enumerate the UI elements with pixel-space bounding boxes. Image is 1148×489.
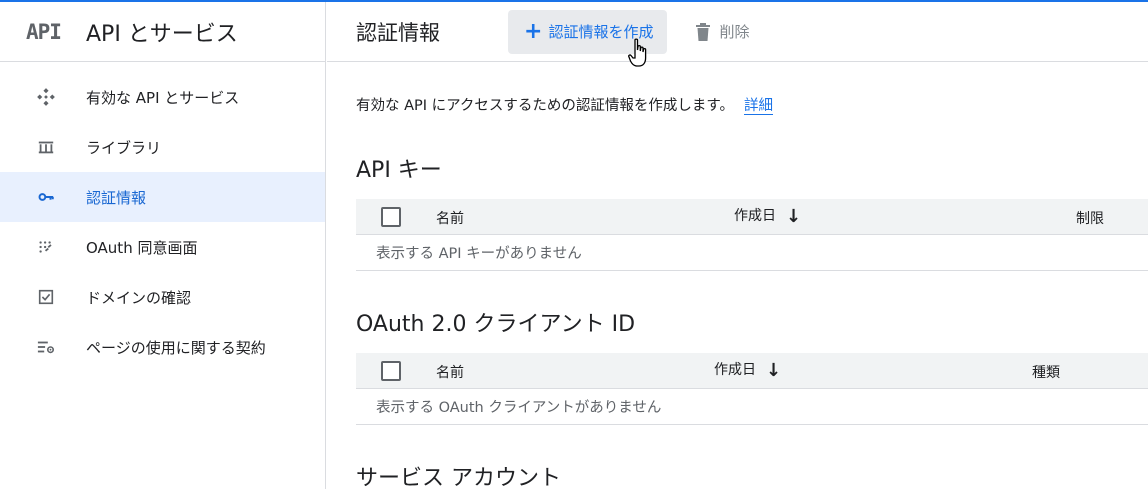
sidebar-item-library[interactable]: ライブラリ [0,122,325,172]
select-all-checkbox[interactable] [381,361,401,381]
api-logo-icon: API [26,19,62,44]
create-credentials-button[interactable]: + 認証情報を作成 [508,9,668,67]
library-icon [36,137,56,157]
sidebar-item-label: ライブラリ [86,138,162,157]
sort-down-arrow-icon[interactable]: ↓ [786,206,801,227]
select-all-checkbox[interactable] [381,207,401,227]
sort-down-arrow-icon[interactable]: ↓ [766,360,781,381]
api-keys-title: API キー [356,158,442,183]
sidebar-item-label: 認証情報 [86,188,147,207]
api-keys-table: 名前 作成日 ↓ 制限 表示する API キーがありません [356,199,1148,271]
table-header: 名前 作成日 ↓ 制限 [356,199,1148,235]
empty-state-row: 表示する OAuth クライアントがありません [356,389,1148,425]
column-name: 名前 [436,211,464,227]
column-created[interactable]: 作成日 ↓ [714,359,781,381]
checkbox-verify-icon [36,287,56,307]
empty-state-row: 表示する API キーがありません [356,235,1148,271]
sidebar-item-domain-verification[interactable]: ドメインの確認 [0,272,325,322]
sidebar-item-oauth-consent[interactable]: OAuth 同意画面 [0,222,325,272]
consent-dots-icon [36,237,56,257]
sidebar-nav: 有効な API とサービス ライブラリ 認証情報 OAuth 同意画面 ドメイン… [0,62,325,372]
sidebar-item-page-usage-agreements[interactable]: ページの使用に関する契約 [0,322,325,372]
settings-list-icon [36,337,56,357]
table-header: 名前 作成日 ↓ 種類 [356,353,1148,389]
key-icon [36,187,56,207]
column-created-label: 作成日 [714,362,756,378]
oauth-clients-table: 名前 作成日 ↓ 種類 表示する OAuth クライアントがありません [356,353,1148,425]
service-accounts-title: サービス アカウント [356,466,561,489]
sidebar-item-credentials[interactable]: 認証情報 [0,172,325,222]
sidebar-item-label: OAuth 同意画面 [86,238,198,257]
toolbar: 認証情報 + 認証情報を作成 削除 [327,2,1148,67]
intro-text: 有効な API にアクセスするための認証情報を作成します。 詳細 [356,94,773,115]
intro-description: 有効な API にアクセスするための認証情報を作成します。 [356,98,734,114]
sidebar-brand: API API とサービス [0,2,325,62]
sidebar-item-label: ドメインの確認 [86,288,192,307]
column-created[interactable]: 作成日 ↓ [734,205,801,227]
sidebar: API API とサービス 有効な API とサービス ライブラリ 認証情報 O… [0,2,326,489]
product-title: API とサービス [86,21,238,47]
column-name: 名前 [436,365,464,381]
trash-icon [696,22,711,41]
sidebar-item-label: ページの使用に関する契約 [86,338,266,357]
delete-button[interactable]: 削除 [695,21,749,42]
sidebar-item-enabled-apis[interactable]: 有効な API とサービス [0,72,325,122]
oauth-clients-title: OAuth 2.0 クライアント ID [356,312,636,337]
page-title: 認証情報 [356,20,440,45]
plus-icon: + [524,18,543,44]
column-created-label: 作成日 [734,208,776,224]
sidebar-item-label: 有効な API とサービス [86,88,240,107]
delete-label: 削除 [719,23,750,41]
hand-cursor-icon [628,37,647,67]
main-content: 認証情報 + 認証情報を作成 削除 有効な API にアクセスするための認証情報… [327,2,1148,489]
learn-more-link[interactable]: 詳細 [743,98,773,115]
api-diamond-icon [36,87,56,107]
column-restriction: 制限 [1076,211,1104,227]
column-type: 種類 [1032,365,1060,381]
